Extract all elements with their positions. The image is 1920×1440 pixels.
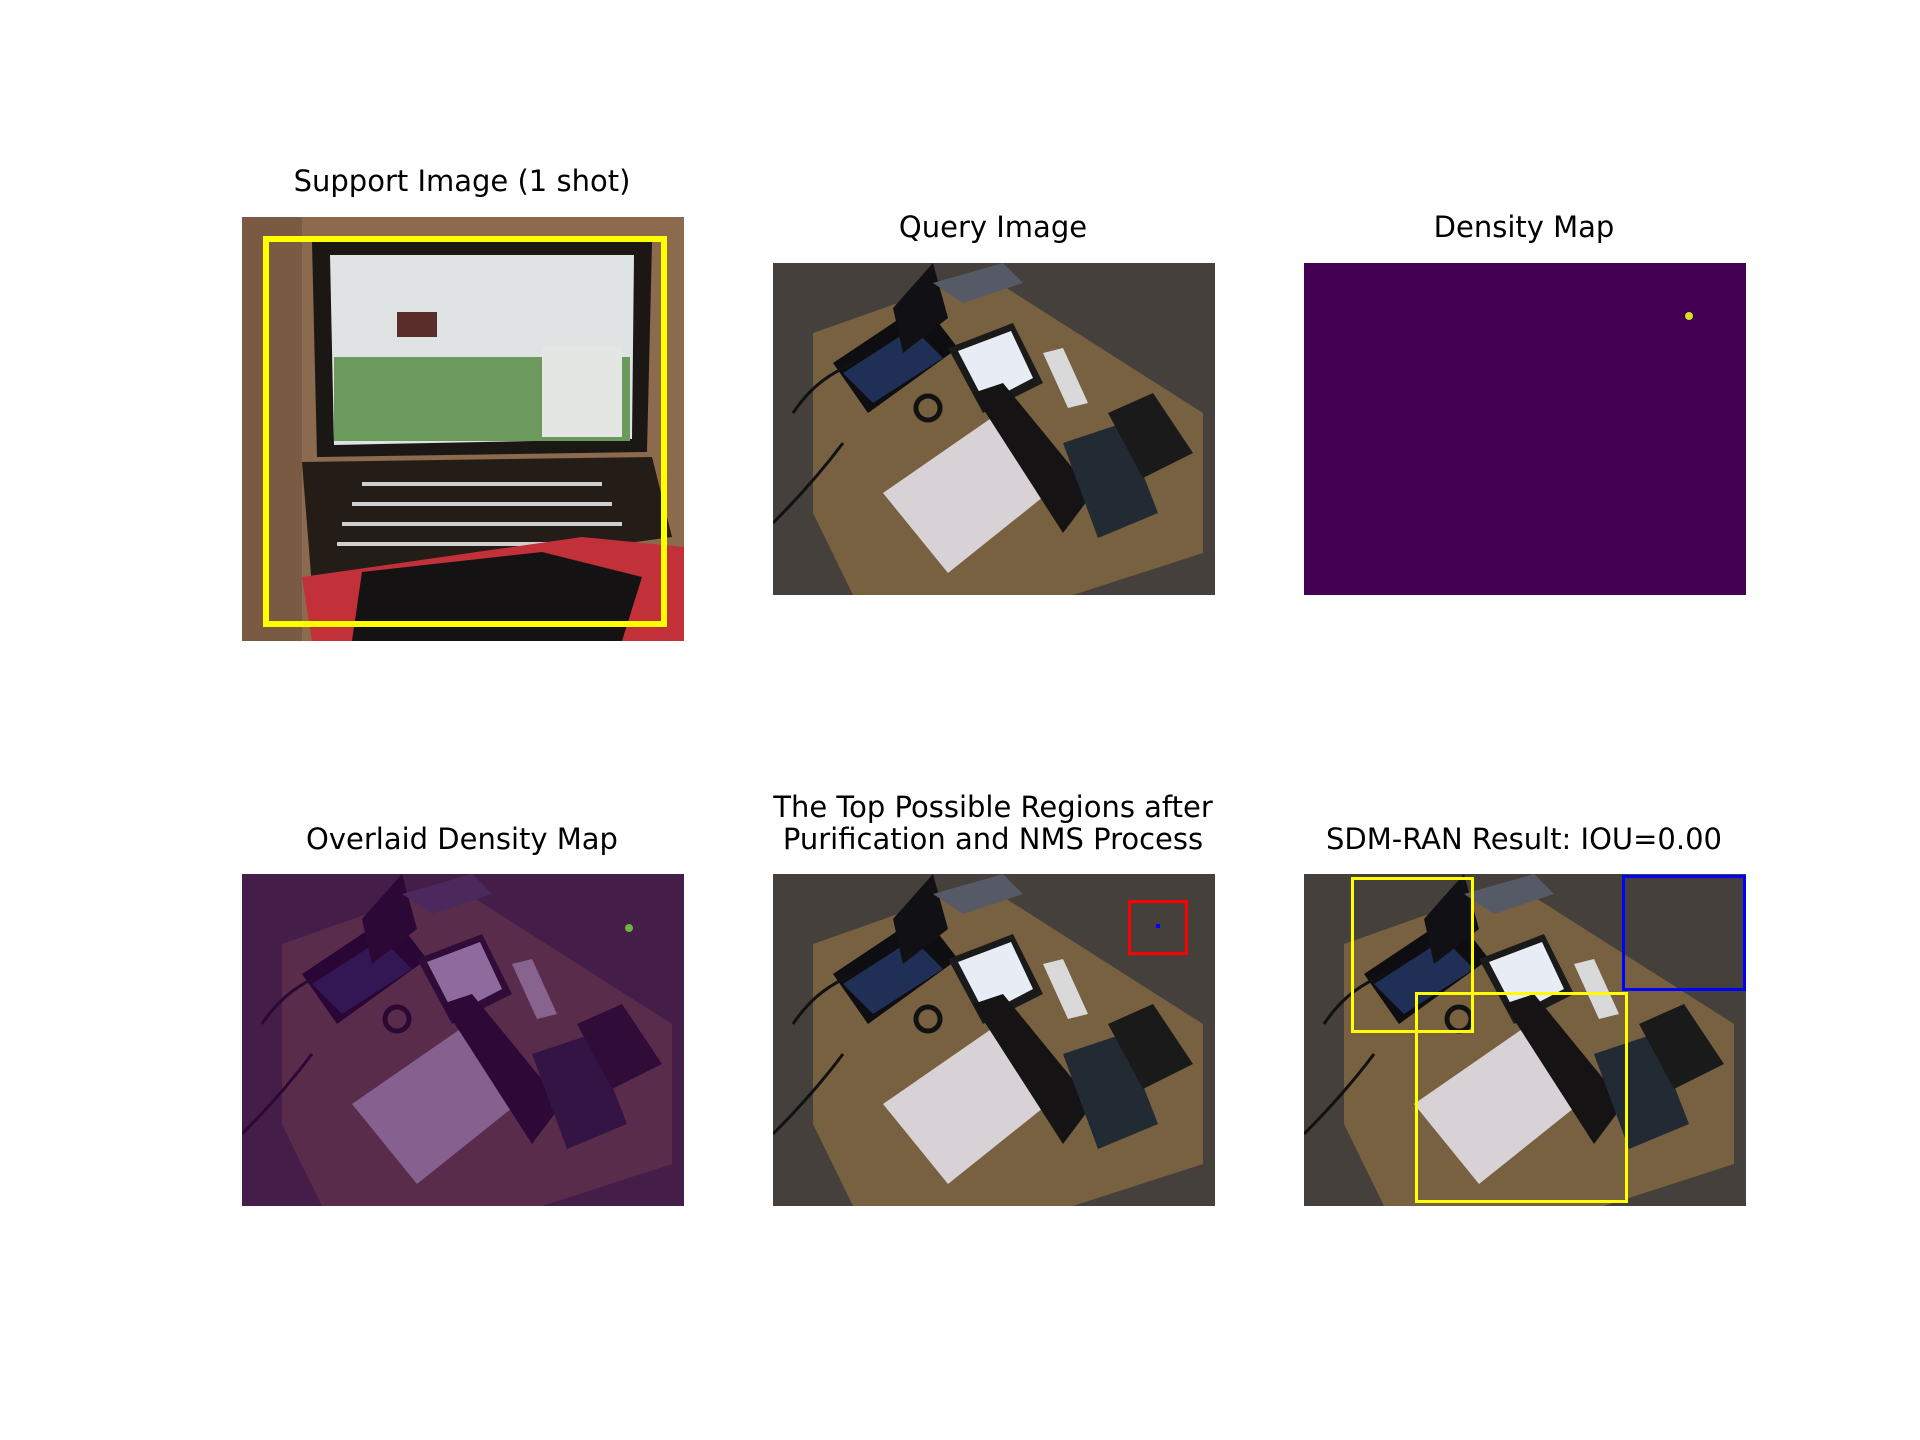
sdm-ran-result-title: SDM-RAN Result: IOU=0.00 [1325,822,1723,856]
density-peak [1685,312,1693,320]
ground-truth-box [1622,875,1746,991]
top-regions-title-line1: The Top Possible Regions after [773,790,1213,824]
support-image [242,217,684,641]
candidate-region-point [1156,924,1160,928]
query-desk-photo [773,263,1215,595]
density-overlay [242,874,684,1206]
prediction-box-large [1415,992,1628,1203]
overlaid-density-map [242,874,684,1206]
density-map-canvas [1685,312,1693,320]
density-map [1304,263,1746,595]
query-image [773,263,1215,595]
sdm-ran-result-image [1304,874,1746,1206]
support-image-title: Support Image (1 shot) [293,164,631,198]
overlaid-density-map-title: Overlaid Density Map [306,822,618,856]
query-image-title: Query Image [898,210,1088,244]
density-map-title: Density Map [1433,210,1615,244]
top-regions-title-line2: Purification and NMS Process [782,822,1204,856]
top-regions-image [773,874,1215,1206]
overlay-density-peak [625,924,633,932]
support-bounding-box [263,236,667,627]
